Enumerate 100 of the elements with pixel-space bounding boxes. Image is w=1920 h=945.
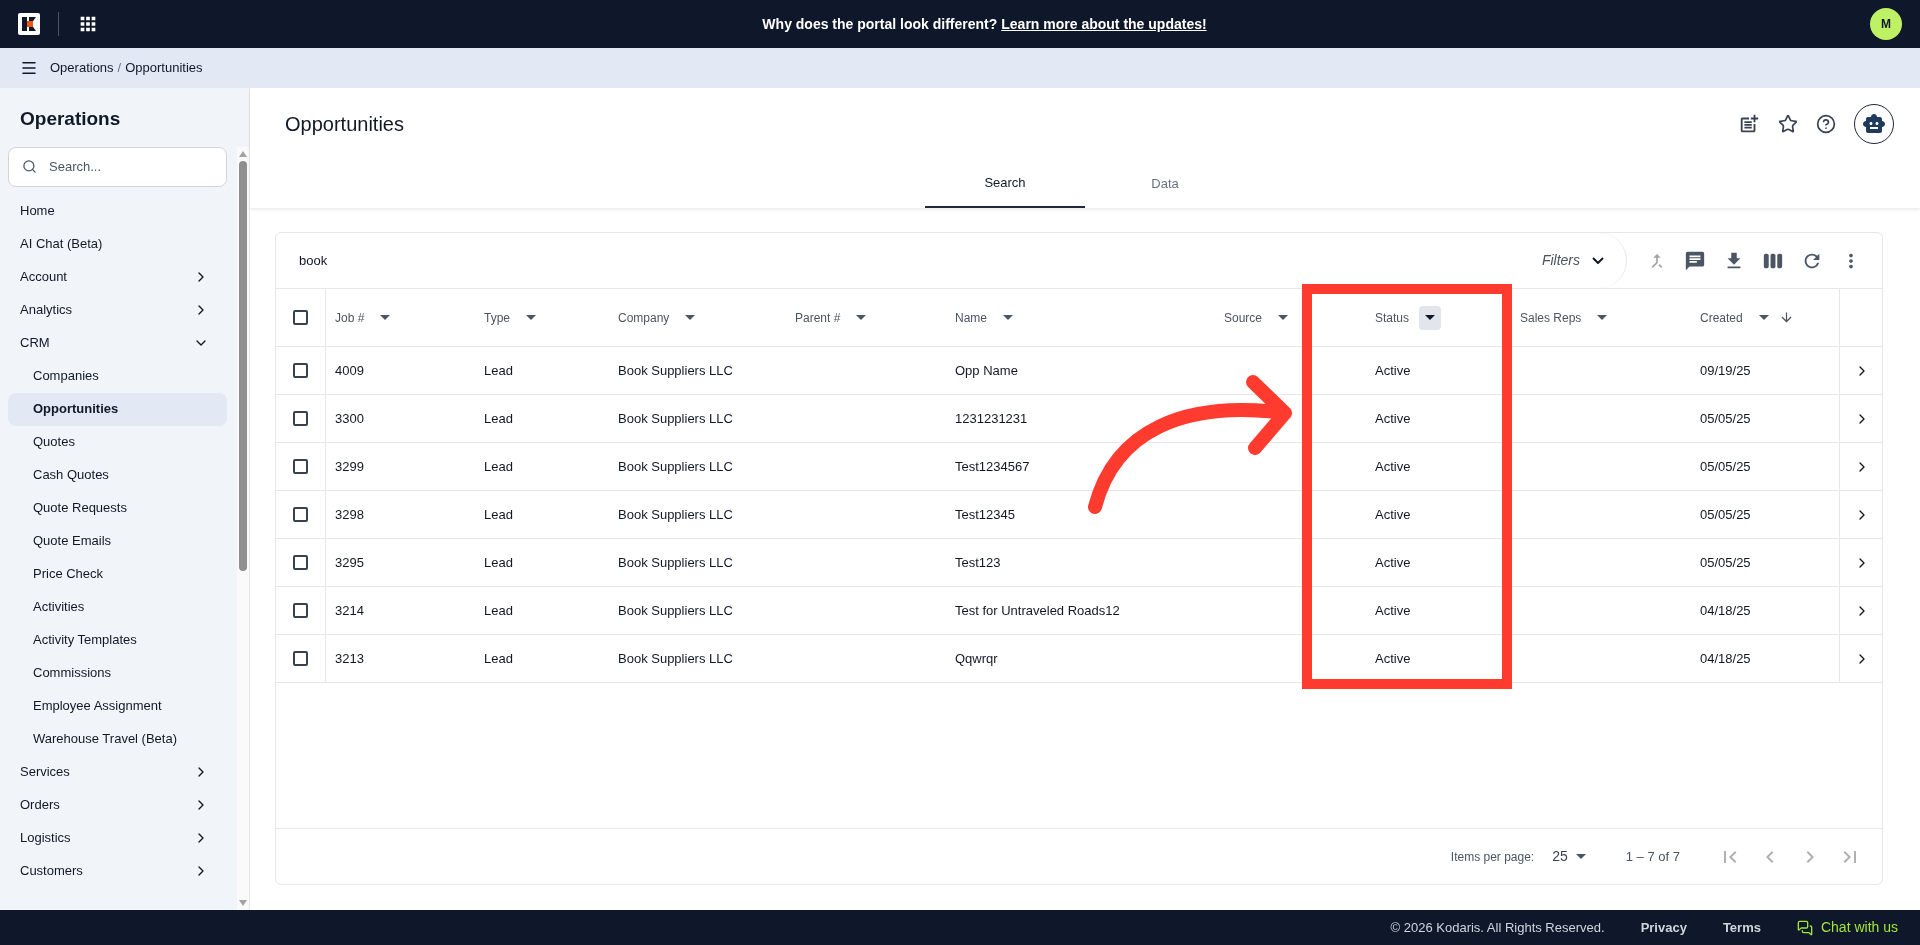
- table-cell-text: Book Suppliers LLC: [618, 361, 733, 380]
- table-cell-text: Qqwrqr: [955, 649, 998, 668]
- table-cell-text: 1231231231: [955, 409, 1028, 428]
- table-cell-text: Active: [1375, 361, 1411, 380]
- column-header[interactable]: Created: [1691, 289, 1839, 346]
- caret-down-icon: [1003, 315, 1013, 320]
- chat-icon: [1796, 919, 1813, 936]
- sidebar-item[interactable]: Analytics: [8, 293, 227, 327]
- sidebar-search-field[interactable]: Search...: [8, 146, 227, 187]
- column-header[interactable]: Parent #: [786, 289, 946, 346]
- row-checkbox[interactable]: [293, 459, 308, 474]
- table-cell-text: Active: [1375, 649, 1411, 668]
- table-cell-text: 09/19/25: [1700, 361, 1751, 380]
- menu-icon[interactable]: [20, 59, 38, 77]
- comment-icon[interactable]: [1684, 249, 1706, 272]
- table-cell-text: Test123: [955, 553, 1001, 572]
- table-cell-text: Book Suppliers LLC: [618, 553, 733, 572]
- column-header[interactable]: Sales Reps: [1511, 289, 1691, 346]
- sidebar-subitem[interactable]: Activities: [8, 590, 227, 624]
- table-cell-text: Book Suppliers LLC: [618, 649, 733, 668]
- sidebar-subitem[interactable]: Cash Quotes: [8, 458, 227, 492]
- table-cell-text: Test for Untraveled Roads12: [955, 601, 1120, 620]
- caret-down-icon: [1425, 315, 1436, 320]
- sidebar-subitem[interactable]: Quote Emails: [8, 524, 227, 558]
- sidebar-subitem[interactable]: Quote Requests: [8, 491, 227, 525]
- table-cell-text: 05/05/25: [1700, 457, 1751, 476]
- help-icon[interactable]: [1816, 114, 1836, 134]
- sidebar-subitem[interactable]: Opportunities: [8, 392, 227, 426]
- table-cell-text: Book Suppliers LLC: [618, 457, 733, 476]
- add-note-icon[interactable]: [1738, 113, 1760, 135]
- sidebar-item[interactable]: Account: [8, 260, 227, 294]
- table-cell-text: Active: [1375, 553, 1411, 572]
- table-cell-text: Book Suppliers LLC: [618, 505, 733, 524]
- sidebar-item[interactable]: CRM: [8, 326, 227, 360]
- page-size-select[interactable]: 25: [1552, 846, 1586, 867]
- breadcrumb-link[interactable]: Opportunities: [125, 58, 203, 78]
- table-cell-text: 4009: [335, 361, 364, 380]
- avatar[interactable]: M: [1870, 8, 1902, 40]
- row-checkbox[interactable]: [293, 603, 308, 618]
- table-cell-text: Opp Name: [955, 361, 1018, 380]
- sidebar-item[interactable]: AI Chat (Beta): [8, 227, 227, 261]
- filter-toggle[interactable]: [1419, 305, 1442, 330]
- chevron-down-icon: [1592, 257, 1604, 264]
- table-cell-text: 3214: [335, 601, 364, 620]
- caret-down-icon: [1758, 315, 1769, 320]
- sidebar-subitem[interactable]: Commissions: [8, 656, 227, 690]
- caret-down-icon: [1278, 315, 1289, 320]
- table-cell-text: Lead: [484, 409, 513, 428]
- scrollbar[interactable]: [237, 146, 249, 910]
- row-checkbox[interactable]: [293, 363, 308, 378]
- table-cell-text: 04/18/25: [1700, 649, 1751, 668]
- sidebar-subitem[interactable]: Warehouse Travel (Beta): [8, 722, 227, 756]
- sidebar-item[interactable]: Logistics: [8, 821, 227, 855]
- row-checkbox[interactable]: [293, 507, 308, 522]
- sidebar-item[interactable]: Orders: [8, 788, 227, 822]
- row-checkbox[interactable]: [293, 555, 308, 570]
- filters-button[interactable]: Filters: [1541, 233, 1627, 288]
- select-all-checkbox[interactable]: [293, 310, 308, 325]
- table-cell-text: Book Suppliers LLC: [618, 601, 733, 620]
- column-header[interactable]: Company: [609, 289, 786, 346]
- chat-link[interactable]: Chat with us: [1796, 917, 1898, 938]
- table-cell-text: Lead: [484, 457, 513, 476]
- sidebar-item[interactable]: Home: [8, 194, 227, 228]
- table-cell-text: Lead: [484, 649, 513, 668]
- table-cell-text: 05/05/25: [1700, 409, 1751, 428]
- column-header[interactable]: Job #: [326, 289, 475, 346]
- star-icon[interactable]: [1778, 114, 1798, 134]
- column-header[interactable]: Type: [475, 289, 609, 346]
- column-header[interactable]: Source: [1215, 289, 1366, 346]
- sidebar-subitem[interactable]: Activity Templates: [8, 623, 227, 657]
- table-cell-text: 3298: [335, 505, 364, 524]
- column-header[interactable]: Name: [946, 289, 1215, 346]
- caret-down-icon: [1597, 315, 1608, 320]
- table-cell-text: 3295: [335, 553, 364, 572]
- caret-down-icon: [856, 315, 867, 320]
- robot-icon: [1862, 112, 1886, 136]
- footer-link[interactable]: Privacy: [1640, 917, 1687, 938]
- table-cell-text: 3299: [335, 457, 364, 476]
- sidebar-item[interactable]: Services: [8, 755, 227, 789]
- page-range: 1 – 7 of 7: [1625, 847, 1680, 866]
- tab[interactable]: Data: [1085, 160, 1245, 208]
- footer-link[interactable]: Terms: [1722, 917, 1761, 938]
- table-cell-text: Test12345: [955, 505, 1015, 524]
- table-cell-text: Book Suppliers LLC: [618, 409, 733, 428]
- table-cell-text: 05/05/25: [1700, 505, 1751, 524]
- breadcrumb-link[interactable]: Operations: [50, 58, 114, 78]
- column-header[interactable]: Status: [1366, 289, 1511, 346]
- sidebar-subitem[interactable]: Companies: [8, 359, 227, 393]
- row-checkbox[interactable]: [293, 411, 308, 426]
- row-checkbox[interactable]: [293, 651, 308, 666]
- sidebar-title: Operations: [19, 107, 122, 131]
- sidebar-subitem[interactable]: Quotes: [8, 425, 227, 459]
- tab[interactable]: Search: [925, 160, 1085, 208]
- sidebar-item[interactable]: Customers: [8, 854, 227, 888]
- sidebar-subitem[interactable]: Employee Assignment: [8, 689, 227, 723]
- logo-icon: [18, 13, 40, 35]
- search-query[interactable]: book: [276, 250, 1542, 271]
- sidebar-subitem[interactable]: Price Check: [8, 557, 227, 591]
- learn-more-link[interactable]: Learn more about the updates!: [1001, 13, 1207, 35]
- table-cell-text: Active: [1375, 457, 1411, 476]
